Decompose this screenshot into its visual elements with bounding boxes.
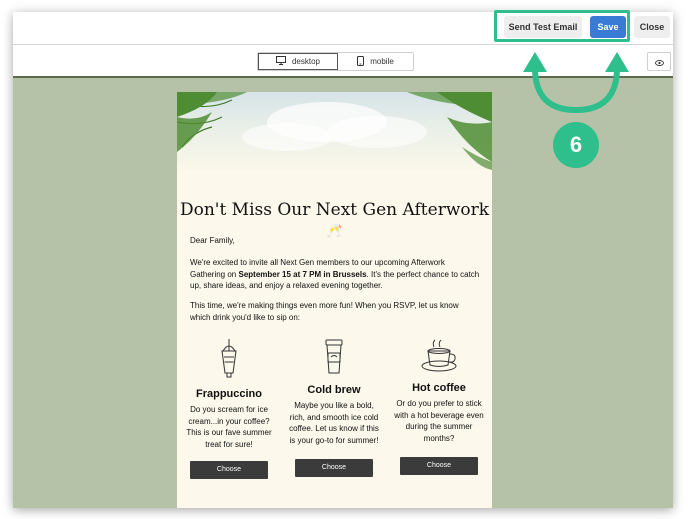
step-number-badge: 6	[553, 122, 599, 168]
annotation-arrows	[523, 52, 629, 114]
